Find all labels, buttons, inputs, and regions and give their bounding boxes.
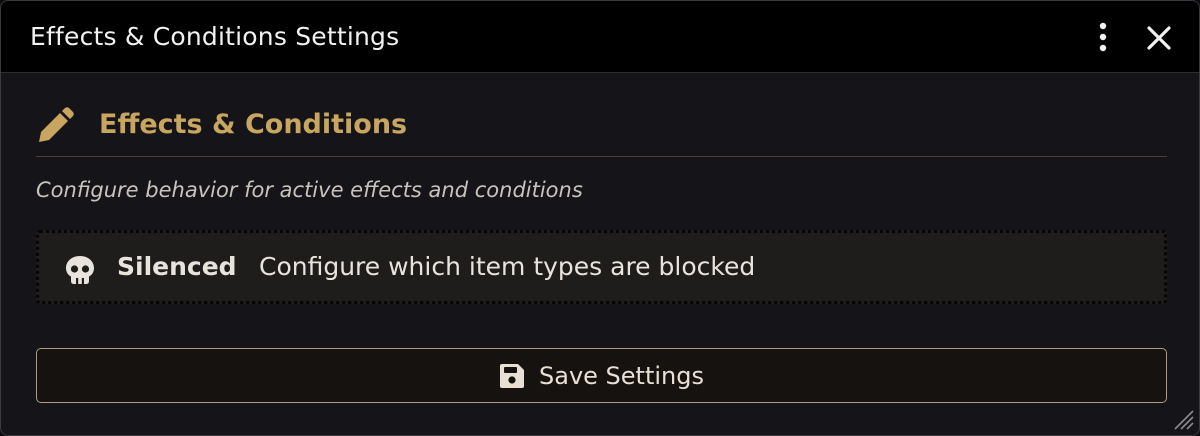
skull-icon (66, 256, 94, 284)
settings-window: Effects & Conditions Settings Effects & … (0, 0, 1200, 436)
section-header: Effects & Conditions (36, 103, 1167, 157)
effect-description: Configure which item types are blocked (259, 252, 756, 281)
close-button[interactable] (1143, 22, 1175, 54)
more-options-button[interactable] (1089, 21, 1117, 53)
resize-grip-icon (1174, 410, 1194, 430)
save-settings-button[interactable]: Save Settings (36, 348, 1167, 403)
section-description: Configure behavior for active effects an… (36, 178, 583, 202)
section-title: Effects & Conditions (99, 109, 408, 140)
effect-row-silenced[interactable]: Silenced Configure which item types are … (36, 230, 1167, 304)
effect-name: Silenced (117, 252, 237, 281)
save-button-content: Save Settings (499, 362, 704, 390)
vertical-dots-icon (1099, 22, 1107, 52)
window-title: Effects & Conditions Settings (30, 22, 400, 51)
resize-handle[interactable] (1173, 409, 1195, 431)
save-button-label: Save Settings (539, 361, 704, 390)
close-icon (1147, 26, 1171, 50)
window-titlebar[interactable]: Effects & Conditions Settings (1, 1, 1199, 73)
floppy-disk-icon (500, 363, 524, 388)
window-content: Effects & Conditions Configure behavior … (1, 73, 1199, 435)
pencil-icon (39, 107, 74, 142)
